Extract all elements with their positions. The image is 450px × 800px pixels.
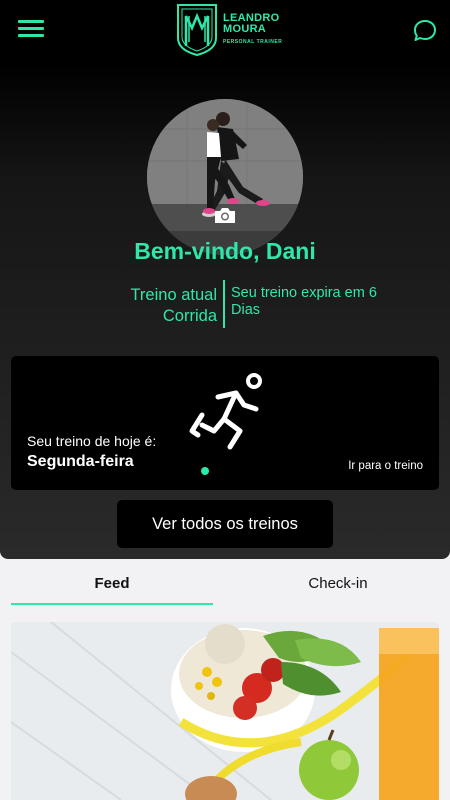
feed-food-photo (11, 622, 439, 800)
today-workout-card[interactable]: Seu treino de hoje é: Segunda-feira Ir p… (11, 356, 439, 490)
welcome-heading: Bem-vindo, Dani (134, 238, 316, 264)
top-app-bar: LEANDRO MOURA PERSONAL TRAINER (0, 0, 450, 62)
camera-icon[interactable] (214, 206, 236, 224)
active-tab-indicator (11, 603, 213, 605)
running-person-icon (189, 373, 262, 450)
workout-expiry-text: Seu treino expira em 6 Dias (231, 285, 377, 318)
today-workout-day: Segunda-feira (27, 453, 134, 470)
go-to-workout-link[interactable]: Ir para o treino (348, 460, 423, 472)
chat-bubble-icon[interactable] (412, 18, 438, 44)
avatar-photo (147, 99, 303, 255)
tab-feed[interactable]: Feed (11, 563, 213, 605)
brand-name: LEANDRO MOURA (223, 12, 280, 35)
brand-subtitle: PERSONAL TRAINER (223, 39, 283, 45)
see-all-workouts-button[interactable]: Ver todos os treinos (117, 500, 333, 548)
profile-avatar[interactable] (147, 99, 303, 255)
hamburger-menu-icon[interactable] (18, 20, 44, 40)
feed-post-image[interactable] (11, 622, 439, 800)
vertical-divider (223, 280, 225, 328)
logo-mark-icon (177, 4, 217, 56)
tab-check-in[interactable]: Check-in (238, 563, 438, 605)
carousel-indicator-dot (201, 467, 209, 475)
brand-logo: LEANDRO MOURA PERSONAL TRAINER (176, 4, 286, 56)
current-workout-label: Treino atual (130, 286, 217, 304)
current-workout-value: Corrida (162, 307, 217, 325)
today-workout-label: Seu treino de hoje é: (27, 433, 157, 449)
current-workout: Treino atual Corrida (130, 285, 217, 327)
